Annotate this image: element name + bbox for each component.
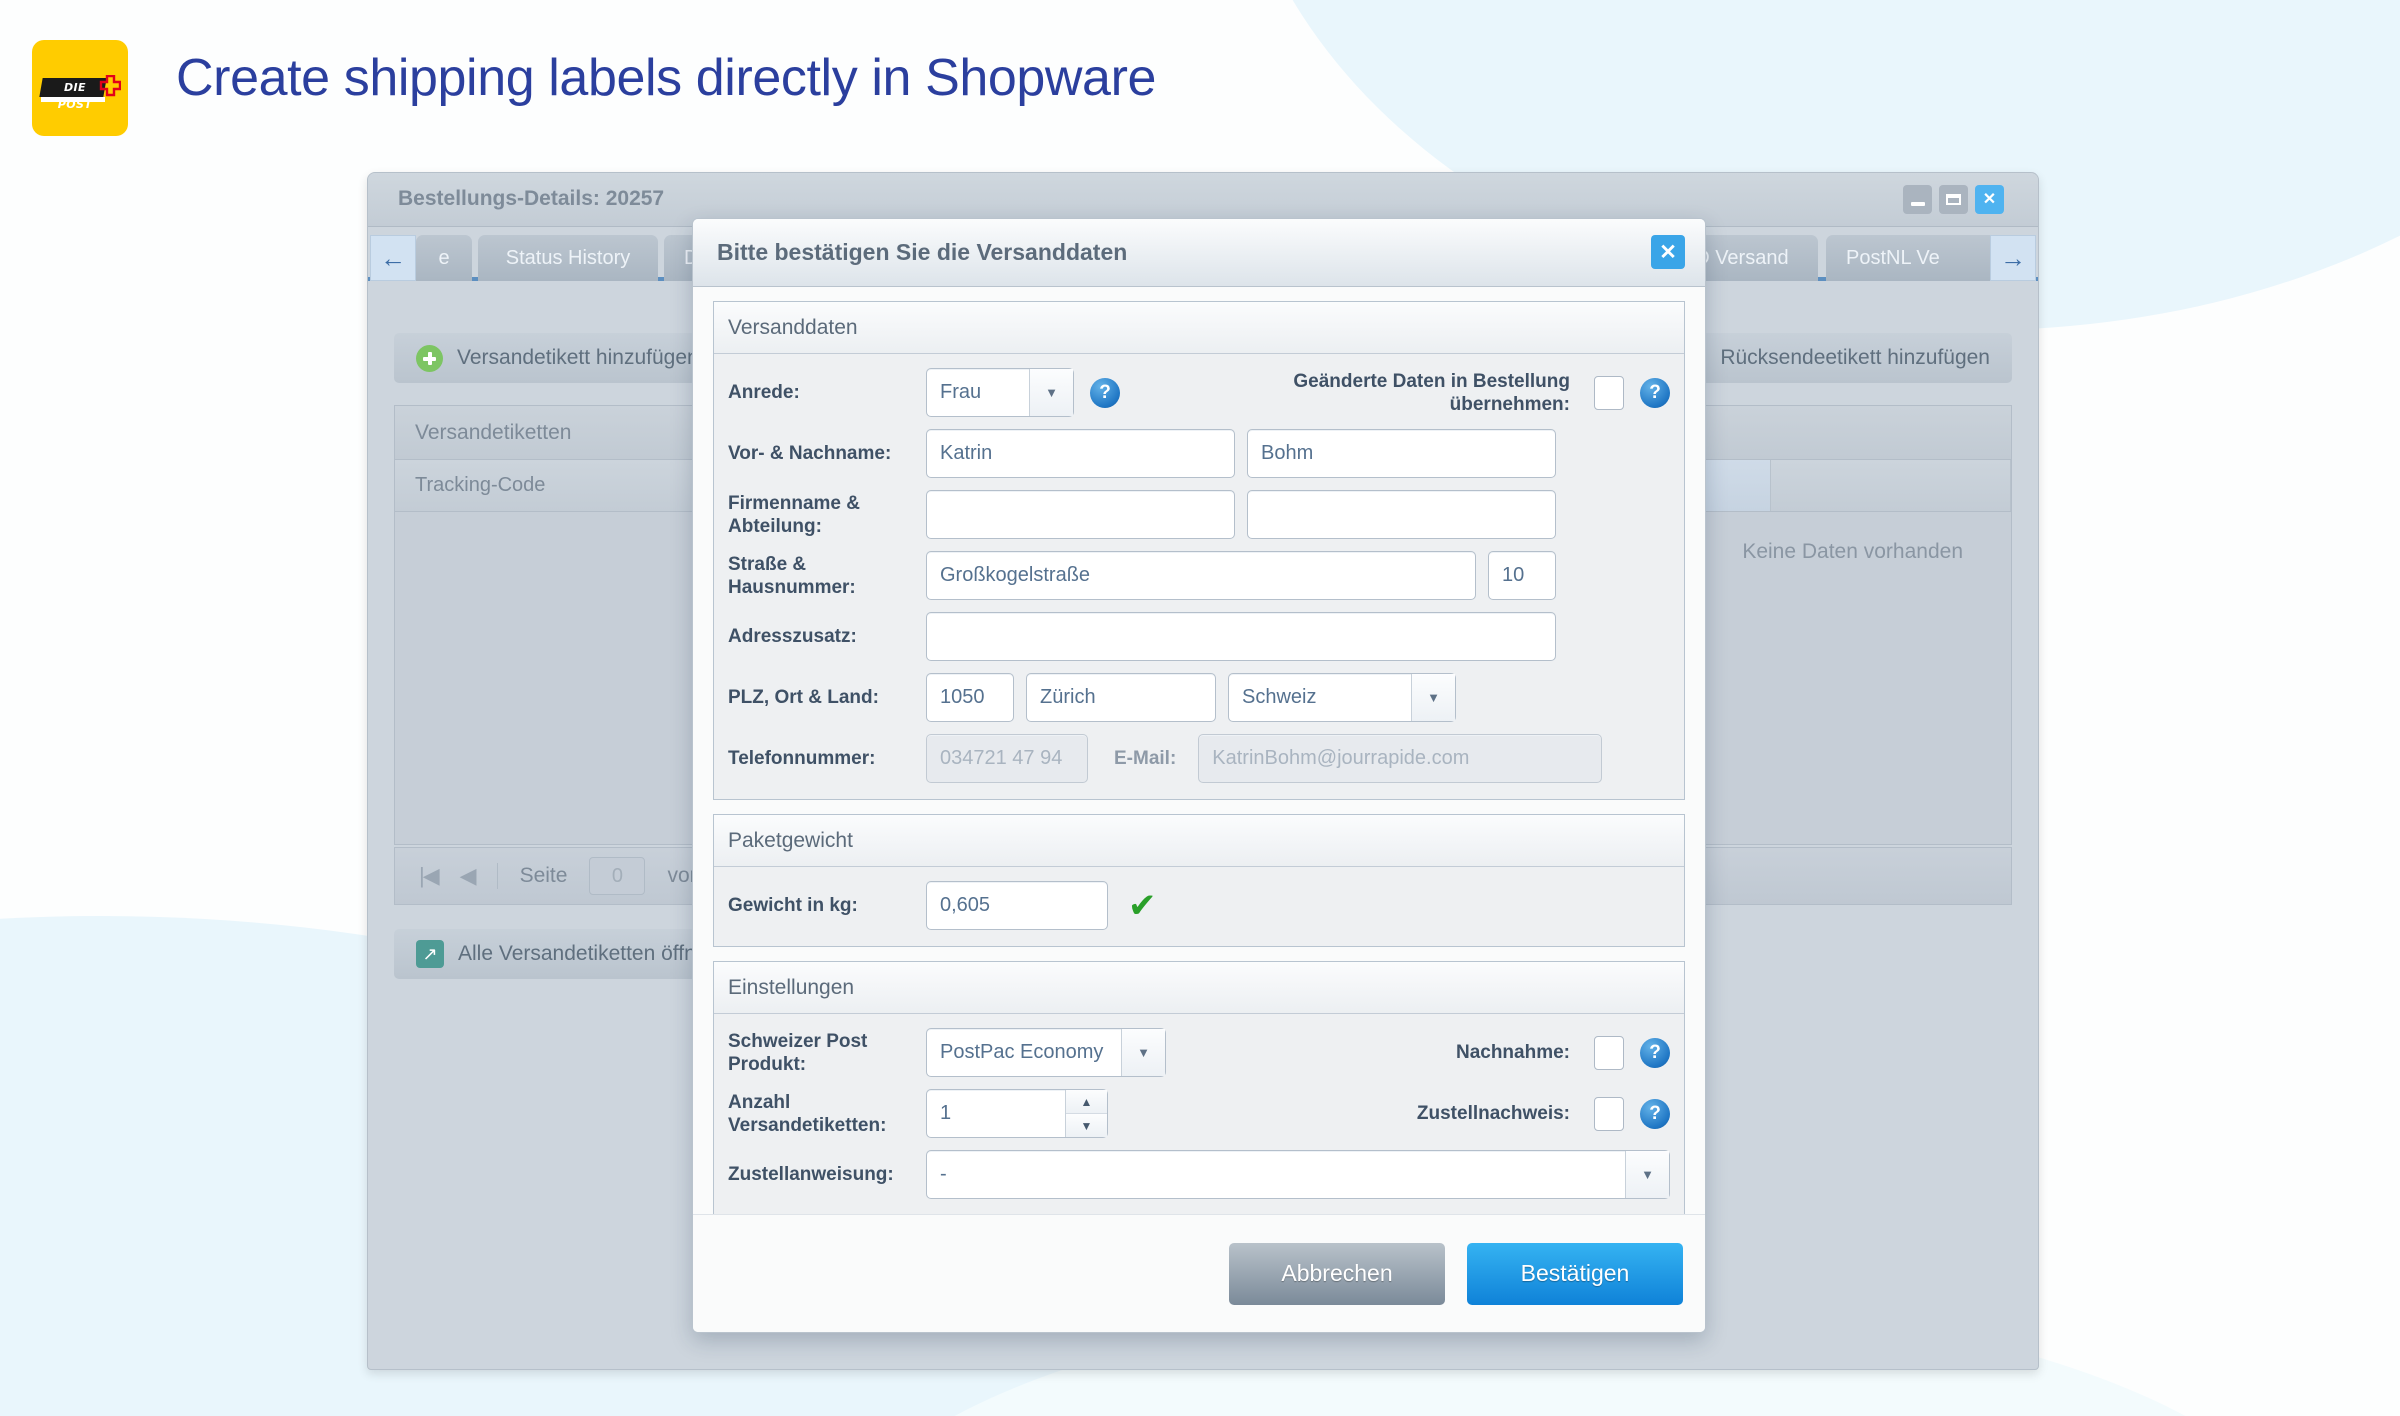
telefon-label: Telefonnummer: (728, 748, 876, 769)
ort-input[interactable]: Zürich (1026, 673, 1216, 722)
nachnahme-label: Nachnahme: (1455, 1042, 1570, 1063)
minimize-icon[interactable] (1903, 185, 1932, 214)
pager-page-input[interactable]: 0 (589, 857, 646, 895)
zustellnachweis-checkbox[interactable] (1594, 1096, 1624, 1131)
row-anrede: Anrede: Frau ▼ ? Geänderte Daten in Best… (728, 368, 1670, 417)
produkt-label: Schweizer Post Produkt: (728, 1030, 868, 1075)
stepper-up-icon[interactable]: ▲ (1066, 1090, 1107, 1114)
add-return-label-button[interactable]: Rücksendeetikett hinzufügen (1657, 333, 2012, 383)
fieldset-versanddaten: Versanddaten Anrede: Frau ▼ ? Geänderte … (713, 301, 1685, 800)
row-zustellanweisung: Zustellanweisung: - ▼ (728, 1150, 1670, 1199)
confirm-shipping-data-dialog: Bitte bestätigen Sie die Versanddaten ✕ … (692, 218, 1706, 1333)
abteilung-input[interactable] (1247, 490, 1556, 539)
fieldset-paketgewicht: Paketgewicht Gewicht in kg: 0,605 ✔ (713, 814, 1685, 947)
anzahl-label: Anzahl Versandetiketten: (728, 1091, 887, 1136)
zustellnachweis-help-icon[interactable]: ? (1640, 1098, 1670, 1129)
stepper-down-icon[interactable]: ▼ (1066, 1114, 1107, 1137)
nachnahme-checkbox[interactable] (1594, 1035, 1624, 1070)
row-anzahl: Anzahl Versandetiketten: 1 ▲ ▼ Zustellna… (728, 1089, 1670, 1138)
tab-status-history[interactable]: Status History (478, 235, 658, 281)
grid-column-tracking-code[interactable]: Tracking-Code (395, 460, 741, 511)
chevron-down-icon[interactable]: ▼ (1029, 369, 1073, 416)
plus-icon (416, 344, 443, 372)
fieldset-einstellungen-legend: Einstellungen (714, 962, 1684, 1014)
row-gewicht: Gewicht in kg: 0,605 ✔ (728, 881, 1670, 930)
logo-wordmark: DIE POST (57, 81, 93, 111)
open-external-icon: ↗ (416, 940, 444, 968)
plz-label: PLZ, Ort & Land: (728, 687, 879, 708)
name-label: Vor- & Nachname: (728, 443, 892, 464)
open-all-labels-button[interactable]: ↗ Alle Versandetiketten öffne (394, 929, 730, 979)
nachnahme-help-icon[interactable]: ? (1640, 1037, 1670, 1068)
fieldset-paketgewicht-legend: Paketgewicht (714, 815, 1684, 867)
anrede-help-icon[interactable]: ? (1090, 377, 1120, 408)
tab-postnl-versand[interactable]: PostNL Ve (1826, 235, 1996, 281)
prev-page-icon[interactable]: ◀ (460, 863, 477, 889)
swiss-cross-icon (99, 75, 121, 97)
zustellanweisung-label: Zustellanweisung: (728, 1164, 894, 1185)
dialog-close-icon[interactable]: ✕ (1651, 235, 1685, 269)
row-strasse: Straße & Hausnummer: Großkogelstraße 10 (728, 551, 1670, 600)
stepper-buttons[interactable]: ▲ ▼ (1065, 1090, 1107, 1137)
land-select[interactable]: Schweiz ▼ (1228, 673, 1456, 722)
window-title: Bestellungs-Details: 20257 (398, 187, 665, 210)
row-adresszusatz: Adresszusatz: (728, 612, 1670, 661)
row-produkt: Schweizer Post Produkt: PostPac Economy … (728, 1028, 1670, 1077)
gewicht-label: Gewicht in kg: (728, 895, 858, 916)
dialog-footer: Abbrechen Bestätigen (693, 1214, 1705, 1332)
uebernehmen-checkbox[interactable] (1594, 375, 1624, 410)
page-root: DIE POST Create shipping labels directly… (0, 0, 2400, 1416)
produkt-select[interactable]: PostPac Economy ▼ (926, 1028, 1166, 1077)
uebernehmen-help-icon[interactable]: ? (1640, 377, 1670, 408)
fieldset-versanddaten-legend: Versanddaten (714, 302, 1684, 354)
tab-scroll-left-icon[interactable]: ← (370, 235, 416, 281)
firstname-input[interactable]: Katrin (926, 429, 1235, 478)
firma-label: Firmenname & Abteilung: (728, 492, 860, 537)
anrede-select[interactable]: Frau ▼ (926, 368, 1074, 417)
adresszusatz-label: Adresszusatz: (728, 626, 857, 647)
chevron-down-icon[interactable]: ▼ (1121, 1029, 1165, 1076)
page-title: Create shipping labels directly in Shopw… (176, 49, 1157, 107)
row-kontakt: Telefonnummer: 034721 47 94 E-Mail: Katr… (728, 734, 1670, 783)
grid-column-spacer (1771, 460, 2011, 511)
dialog-title: Bitte bestätigen Sie die Versanddaten (717, 239, 1128, 265)
valid-checkmark-icon: ✔ (1128, 886, 1157, 925)
strasse-input[interactable]: Großkogelstraße (926, 551, 1476, 600)
row-firma: Firmenname & Abteilung: (728, 490, 1670, 539)
telefon-input: 034721 47 94 (926, 734, 1088, 783)
row-plz-ort-land: PLZ, Ort & Land: 1050 Zürich Schweiz ▼ (728, 673, 1670, 722)
dialog-body: Versanddaten Anrede: Frau ▼ ? Geänderte … (693, 287, 1705, 1332)
maximize-icon[interactable] (1939, 185, 1968, 214)
close-icon[interactable]: ✕ (1975, 185, 2004, 214)
fieldset-einstellungen: Einstellungen Schweizer Post Produkt: Po… (713, 961, 1685, 1216)
gewicht-input[interactable]: 0,605 (926, 881, 1108, 930)
plz-input[interactable]: 1050 (926, 673, 1014, 722)
adresszusatz-input[interactable] (926, 612, 1556, 661)
anzahl-stepper[interactable]: 1 ▲ ▼ (926, 1089, 1108, 1138)
tab-scroll-right-icon[interactable]: → (1990, 235, 2036, 281)
chevron-down-icon[interactable]: ▼ (1625, 1151, 1669, 1198)
tab-overview[interactable]: e (416, 235, 472, 281)
first-page-icon[interactable]: |◀ (419, 863, 440, 889)
page-header: DIE POST Create shipping labels directly… (0, 0, 2400, 170)
uebernehmen-label: Geänderte Daten in Bestellung übernehmen… (1293, 370, 1570, 415)
chevron-down-icon[interactable]: ▼ (1411, 674, 1455, 721)
email-input: KatrinBohm@jourrapide.com (1198, 734, 1603, 783)
hausnummer-input[interactable]: 10 (1488, 551, 1556, 600)
confirm-button[interactable]: Bestätigen (1467, 1242, 1683, 1305)
zustellnachweis-label: Zustellnachweis: (1416, 1103, 1570, 1124)
row-name: Vor- & Nachname: Katrin Bohm (728, 429, 1670, 478)
zustellanweisung-select[interactable]: - ▼ (926, 1150, 1670, 1199)
pager-page-label: Seite (519, 864, 568, 887)
dialog-titlebar[interactable]: Bitte bestätigen Sie die Versanddaten ✕ (693, 219, 1705, 287)
email-label: E-Mail: (1114, 748, 1177, 769)
firmenname-input[interactable] (926, 490, 1235, 539)
cancel-button[interactable]: Abbrechen (1229, 1242, 1445, 1305)
pager-divider (496, 863, 498, 889)
anrede-label: Anrede: (728, 382, 800, 403)
add-shipping-label-button[interactable]: Versandetikett hinzufügen (394, 333, 721, 383)
swiss-post-logo-icon: DIE POST (32, 40, 128, 136)
strasse-label: Straße & Hausnummer: (728, 553, 856, 598)
lastname-input[interactable]: Bohm (1247, 429, 1556, 478)
